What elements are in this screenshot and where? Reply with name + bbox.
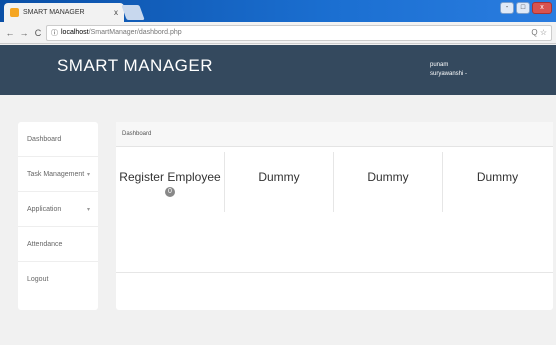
user-menu[interactable]: punam suryawanshi - — [430, 61, 467, 79]
app-brand: SMART MANAGER — [56, 56, 214, 75]
sidebar-item-label: Application — [27, 205, 62, 213]
sidebar-item-task-management[interactable]: Task Management ▾ — [18, 157, 98, 192]
minimize-button[interactable]: - — [500, 2, 514, 14]
maximize-button[interactable]: □ — [516, 2, 530, 14]
sidebar: Dashboard Task Management ▾ Application … — [18, 122, 98, 310]
url-input[interactable]: ⓘ localhost /SmartManager/dashbord.php Q… — [46, 24, 552, 41]
sidebar-item-application[interactable]: Application ▾ — [18, 192, 98, 227]
main-panel: Dashboard Register Employee 0 Dummy Dumm… — [116, 122, 553, 310]
favicon-icon — [10, 8, 19, 17]
card-dummy-1[interactable]: Dummy — [225, 152, 334, 212]
address-bar-row: ← → C ⓘ localhost /SmartManager/dashbord… — [0, 22, 556, 44]
user-last-name: suryawanshi - — [430, 71, 468, 77]
sidebar-item-dashboard[interactable]: Dashboard — [18, 122, 98, 157]
sidebar-item-label: Attendance — [27, 240, 63, 248]
window-controls: - □ x — [500, 2, 552, 14]
card-label: Dummy — [367, 170, 409, 184]
sidebar-item-label: Dashboard — [27, 135, 62, 143]
card-label: Dummy — [258, 170, 300, 184]
breadcrumb: Dashboard — [116, 122, 553, 147]
browser-tab[interactable]: SMART MANAGER x — [4, 3, 124, 22]
sidebar-item-label: Logout — [27, 276, 49, 283]
close-window-button[interactable]: x — [532, 2, 552, 14]
zoom-bookmark-icons[interactable]: Q ☆ — [531, 28, 547, 37]
card-label: Dummy — [476, 170, 519, 184]
tab-title: SMART MANAGER — [23, 9, 85, 16]
card-dummy-2[interactable]: Dummy — [334, 152, 443, 212]
info-icon[interactable]: ⓘ — [51, 28, 58, 38]
reload-icon[interactable]: C — [32, 28, 44, 38]
breadcrumb-label: Dashboard — [122, 131, 152, 137]
card-label: Register Employee — [119, 170, 221, 184]
sidebar-item-attendance[interactable]: Attendance — [18, 227, 98, 262]
url-path: /SmartManager/dashbord.php — [88, 29, 182, 36]
count-badge: 0 — [165, 187, 175, 197]
dashboard-cards: Register Employee 0 Dummy Dummy Dummy — [116, 152, 553, 212]
browser-title-bar: SMART MANAGER x - □ x — [0, 0, 556, 22]
new-tab-button[interactable] — [121, 5, 145, 20]
user-first-name: punam — [430, 62, 449, 68]
tab-close-icon[interactable]: x — [114, 8, 118, 17]
chevron-down-icon: ▾ — [86, 171, 90, 178]
back-icon[interactable]: ← — [4, 28, 16, 38]
chevron-down-icon: ▾ — [86, 206, 90, 213]
sidebar-item-label: Task Management — [27, 170, 85, 178]
card-register-employee[interactable]: Register Employee 0 — [116, 152, 225, 212]
url-host: localhost — [61, 29, 89, 36]
card-dummy-3[interactable]: Dummy — [443, 152, 552, 212]
forward-icon[interactable]: → — [18, 28, 30, 38]
app-header: SMART MANAGER punam suryawanshi - — [0, 45, 556, 95]
divider — [116, 272, 553, 273]
sidebar-item-logout[interactable]: Logout — [18, 262, 98, 297]
